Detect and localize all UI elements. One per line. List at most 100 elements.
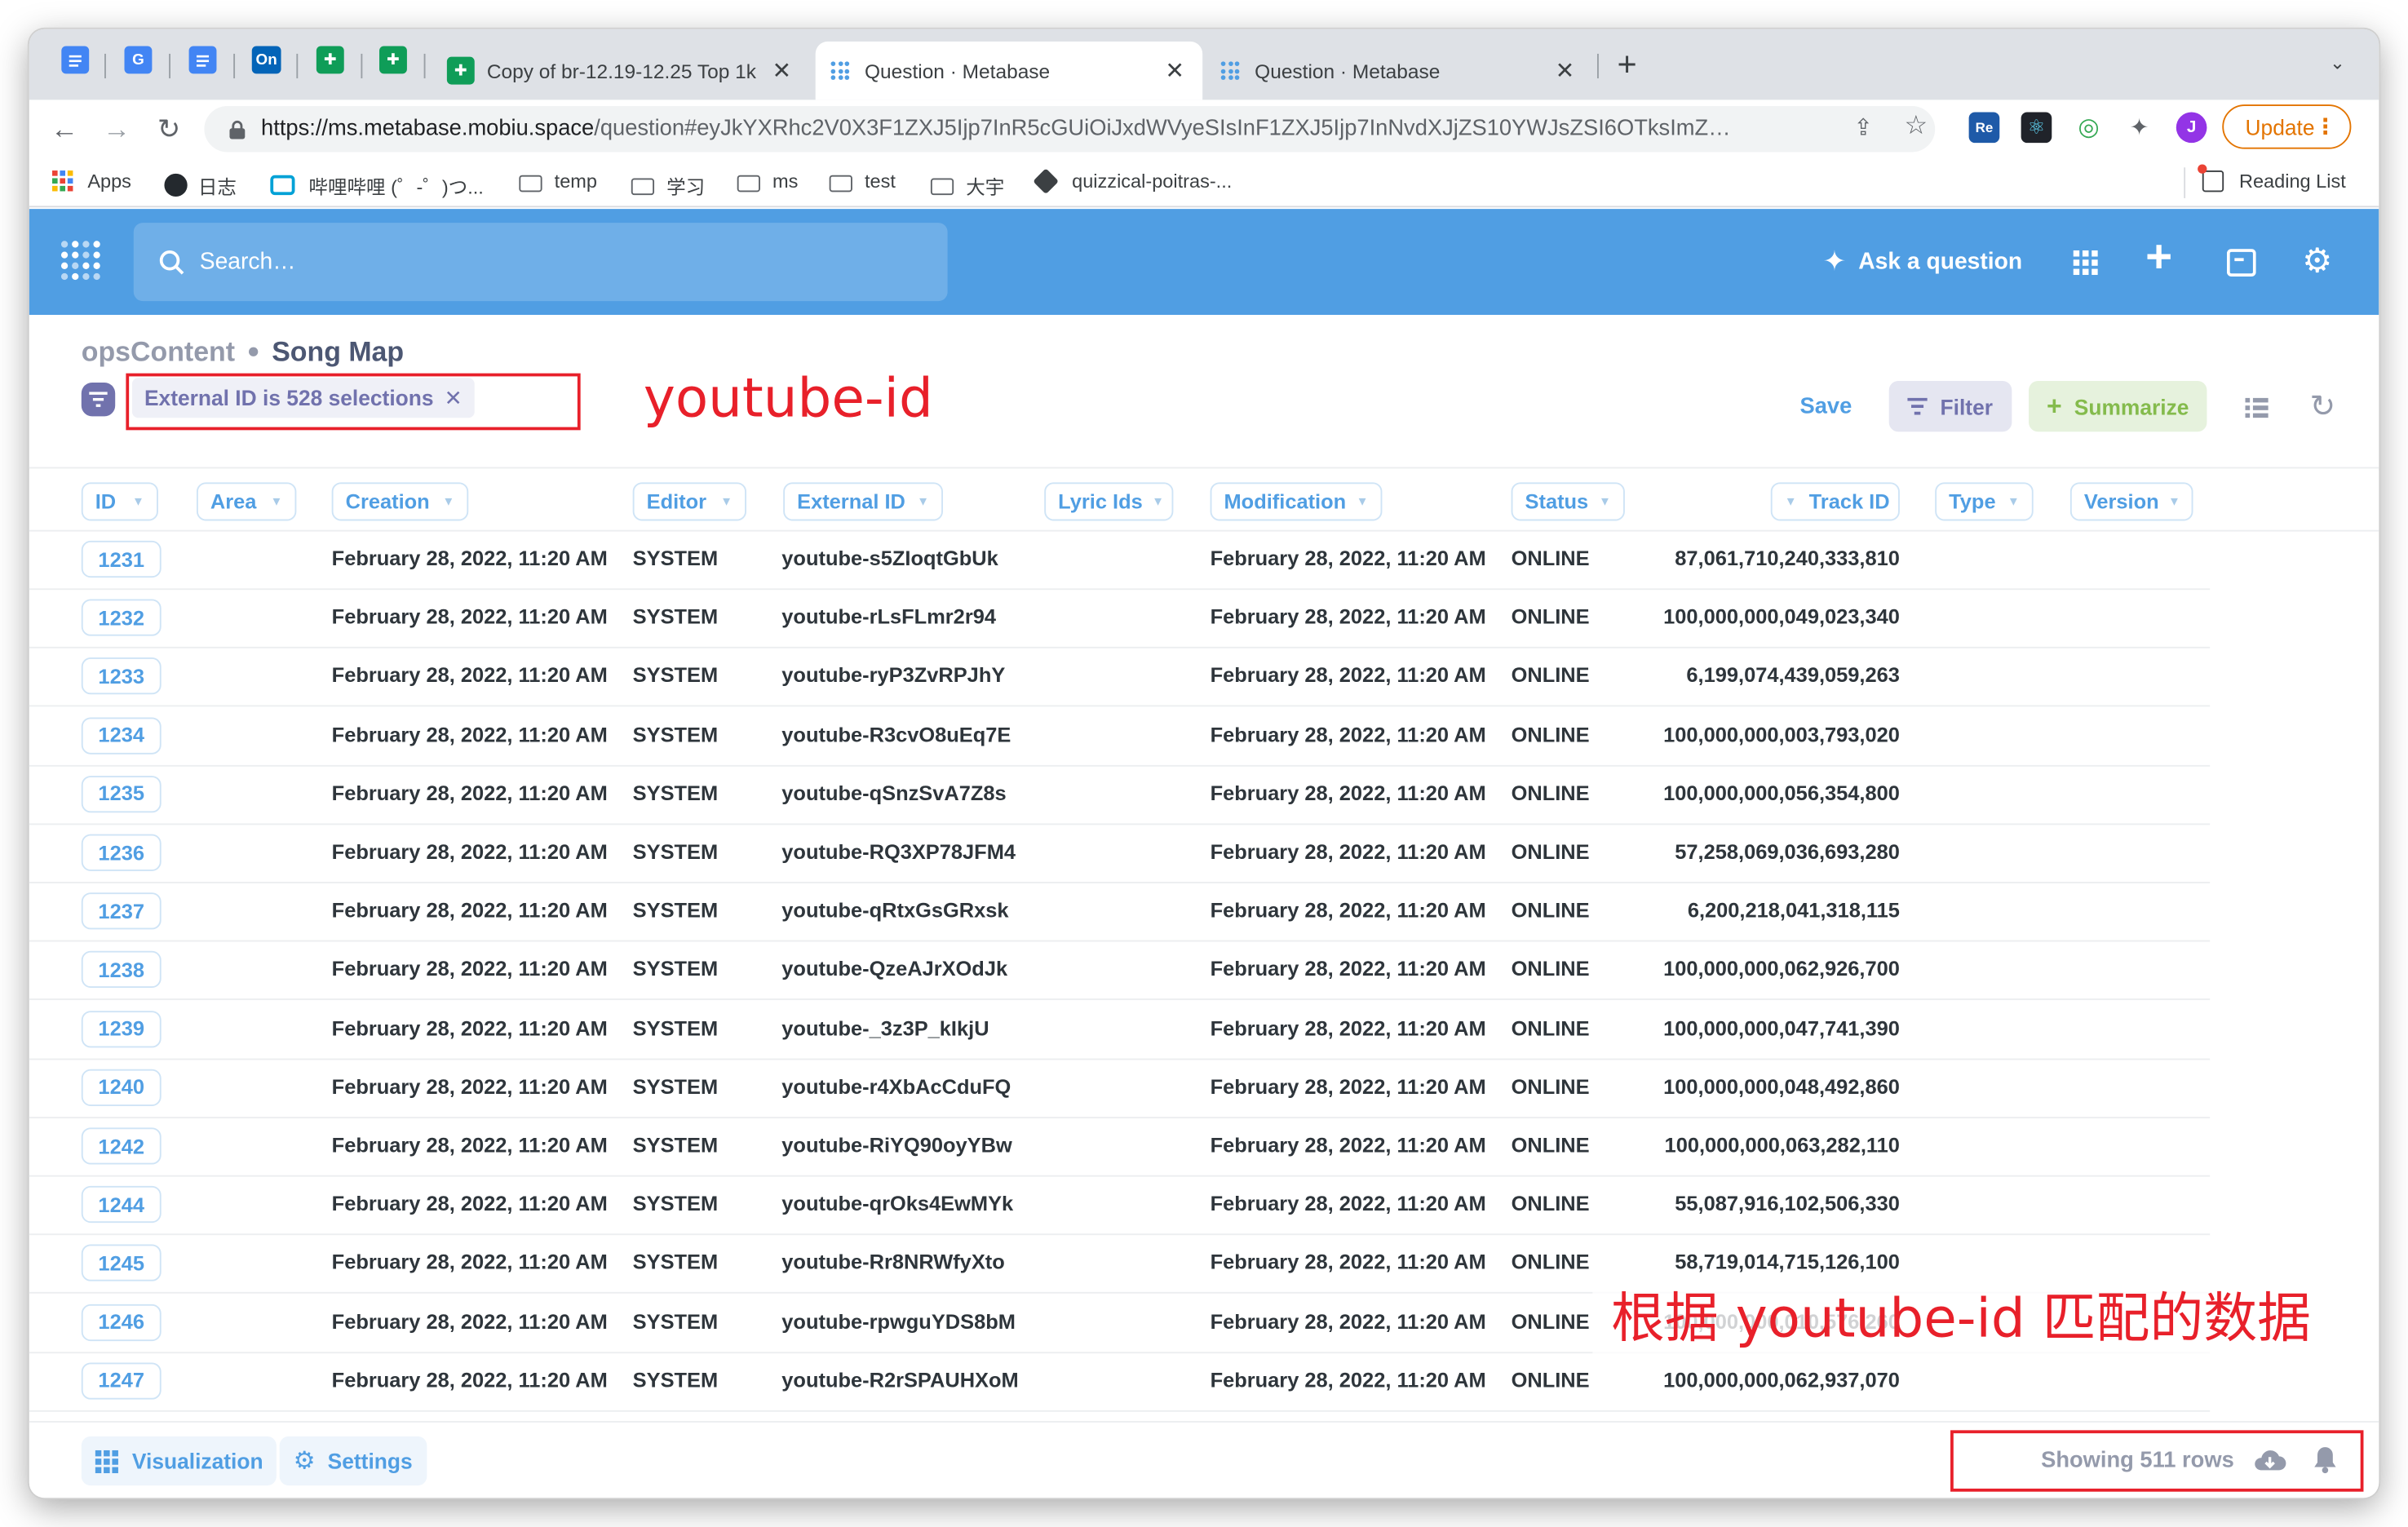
row-id-link[interactable]: 1240 (81, 1069, 162, 1106)
reading-list[interactable]: Reading List (2198, 164, 2346, 193)
share-icon[interactable]: ⇪ (1853, 113, 1873, 141)
back-icon[interactable]: ← (49, 113, 80, 144)
snippet-icon[interactable] (2226, 249, 2256, 277)
bookmark-folder-test[interactable]: test (829, 170, 896, 192)
summarize-button[interactable]: + Summarize (2029, 381, 2207, 432)
column-header-type[interactable]: Type ▼ (1935, 482, 2034, 521)
column-header-lyric-ids[interactable]: Lyric Ids ▼ (1044, 482, 1174, 521)
column-header-editor[interactable]: Editor ▼ (632, 482, 746, 521)
table-row[interactable]: 1231 February 28, 2022, 11:20 AM SYSTEM … (29, 532, 2211, 591)
filter-button[interactable]: Filter (1888, 381, 2012, 432)
column-header-id[interactable]: ID ▼ (81, 482, 158, 521)
table-row[interactable]: 1233 February 28, 2022, 11:20 AM SYSTEM … (29, 648, 2211, 708)
table-row[interactable]: 1244 February 28, 2022, 11:20 AM SYSTEM … (29, 1177, 2211, 1236)
avatar[interactable]: J (2176, 112, 2207, 144)
column-header-version[interactable]: Version ▼ (2069, 482, 2193, 521)
bookmark-bilibili[interactable]: 哔哩哔哩 (゜-゜)つ... (270, 170, 484, 200)
puzzle-icon[interactable]: ✦ (2124, 112, 2155, 143)
table-row[interactable]: 1234 February 28, 2022, 11:20 AM SYSTEM … (29, 707, 2211, 767)
table-row[interactable]: 1238 February 28, 2022, 11:20 AM SYSTEM … (29, 942, 2211, 1001)
row-id-link[interactable]: 1232 (81, 599, 162, 637)
forward-icon[interactable]: → (101, 113, 132, 144)
bookmark-netlify[interactable]: quizzical-poitras-... (1033, 168, 1232, 195)
close-icon[interactable]: ✕ (769, 57, 794, 85)
bookmark-folder-dayu[interactable]: 大宇 (930, 170, 1004, 200)
bookmark-github[interactable]: 日志 (164, 170, 237, 200)
row-id-link[interactable]: 1238 (81, 951, 162, 989)
row-id-link[interactable]: 1234 (81, 716, 162, 754)
table-row[interactable]: 1242 February 28, 2022, 11:20 AM SYSTEM … (29, 1118, 2211, 1177)
visualization-button[interactable]: Visualization (81, 1436, 277, 1486)
row-id-link[interactable]: 1235 (81, 775, 162, 812)
reload-icon[interactable]: ↻ (153, 113, 184, 144)
table-row[interactable]: 1237 February 28, 2022, 11:20 AM SYSTEM … (29, 883, 2211, 942)
bookmark-folder-temp[interactable]: temp (519, 170, 597, 192)
new-tab-icon[interactable]: + (1617, 46, 1636, 80)
extension-circle-icon[interactable]: ◎ (2073, 112, 2105, 144)
visualization-label: Visualization (131, 1448, 263, 1474)
table-row[interactable]: 1236 February 28, 2022, 11:20 AM SYSTEM … (29, 825, 2211, 883)
row-id-link[interactable]: 1231 (81, 540, 162, 578)
column-header-track-id[interactable]: ▼ Track ID (1770, 482, 1900, 521)
update-button[interactable]: Update ⋮ (2222, 104, 2352, 149)
search-input[interactable]: Search… (133, 223, 948, 302)
react-devtools-icon[interactable]: ⚛ (2021, 112, 2052, 144)
column-header-external-id[interactable]: External ID ▼ (783, 482, 943, 521)
docs-icon[interactable] (188, 46, 217, 74)
close-icon[interactable]: ✕ (1162, 57, 1187, 85)
row-id-link[interactable]: 1245 (81, 1245, 162, 1282)
table-row[interactable]: 1235 February 28, 2022, 11:20 AM SYSTEM … (29, 766, 2211, 825)
row-id-link[interactable]: 1246 (81, 1303, 162, 1341)
row-id-link[interactable]: 1233 (81, 657, 162, 695)
ask-question-button[interactable]: ✦ Ask a question (1823, 246, 2022, 278)
extension-re-icon[interactable]: Re (1968, 112, 2000, 144)
translate-icon[interactable]: G (124, 46, 153, 74)
column-header-status[interactable]: Status ▼ (1511, 482, 1625, 521)
chevron-down-icon: ▼ (720, 494, 733, 509)
refresh-icon[interactable]: ↻ (2310, 387, 2336, 426)
table-row[interactable]: 1232 February 28, 2022, 11:20 AM SYSTEM … (29, 591, 2211, 649)
cell-track-id: 58,719,014,715,126,100 (1675, 1250, 1900, 1274)
docs-icon[interactable] (61, 46, 90, 74)
column-header-area[interactable]: Area ▼ (196, 482, 297, 521)
tab-search-chevron-icon[interactable]: ⌄ (2330, 52, 2345, 73)
column-label: Creation (345, 489, 430, 514)
row-id-link[interactable]: 1239 (81, 1010, 162, 1047)
sparkle-icon: ✦ (1822, 246, 1847, 277)
bookmark-apps[interactable]: Apps (52, 170, 131, 192)
bookmark-folder-ms[interactable]: ms (737, 170, 798, 192)
plus-icon[interactable]: + (2145, 234, 2172, 281)
star-icon[interactable]: ☆ (1905, 111, 1928, 142)
column-header-modification[interactable]: Modification ▼ (1210, 482, 1383, 521)
row-id-link[interactable]: 1244 (81, 1186, 162, 1224)
grid-browse-icon[interactable] (2073, 250, 2098, 276)
cell-creation: February 28, 2022, 11:20 AM (331, 781, 608, 805)
settings-button[interactable]: ⚙ Settings (279, 1436, 427, 1486)
row-id-link[interactable]: 1236 (81, 834, 162, 871)
address-bar[interactable]: https://ms.metabase.mobiu.space/question… (204, 105, 1936, 153)
close-icon[interactable]: ✕ (1552, 57, 1577, 85)
sheets-icon[interactable]: ✚ (379, 46, 407, 74)
bookmark-folder-study[interactable]: 学习 (631, 170, 705, 200)
column-label: Version (2083, 489, 2159, 514)
column-header-creation[interactable]: Creation ▼ (331, 482, 469, 521)
sheets-icon[interactable]: ✚ (316, 46, 344, 74)
cell-external-id: youtube-Rr8NRWfyXto (781, 1250, 1005, 1274)
row-id-link[interactable]: 1247 (81, 1362, 162, 1400)
gear-icon[interactable]: ⚙ (2302, 241, 2332, 281)
table-row[interactable]: 1240 February 28, 2022, 11:20 AM SYSTEM … (29, 1060, 2211, 1118)
notebook-icon[interactable] (2245, 397, 2269, 418)
tab-metabase-active[interactable]: Question · Metabase ✕ (815, 41, 1203, 100)
cell-track-id: 100,000,000,049,023,340 (1663, 605, 1900, 629)
row-id-link[interactable]: 1242 (81, 1127, 162, 1165)
save-button[interactable]: Save (1800, 395, 1852, 419)
cell-creation: February 28, 2022, 11:20 AM (331, 1016, 608, 1040)
metabase-logo-icon[interactable] (60, 240, 103, 283)
tab-sheets-copy[interactable]: ✚ Copy of br-12.19-12.25 Top 1k ✕ (432, 42, 809, 100)
tab-metabase-2[interactable]: Question · Metabase ✕ (1206, 42, 1592, 100)
row-id-link[interactable]: 1237 (81, 892, 162, 930)
table-row[interactable]: 1239 February 28, 2022, 11:20 AM SYSTEM … (29, 1001, 2211, 1060)
filter-toggle-icon[interactable] (81, 382, 116, 417)
onenote-icon[interactable]: On (251, 46, 281, 74)
collection-link[interactable]: opsContent (82, 336, 235, 367)
